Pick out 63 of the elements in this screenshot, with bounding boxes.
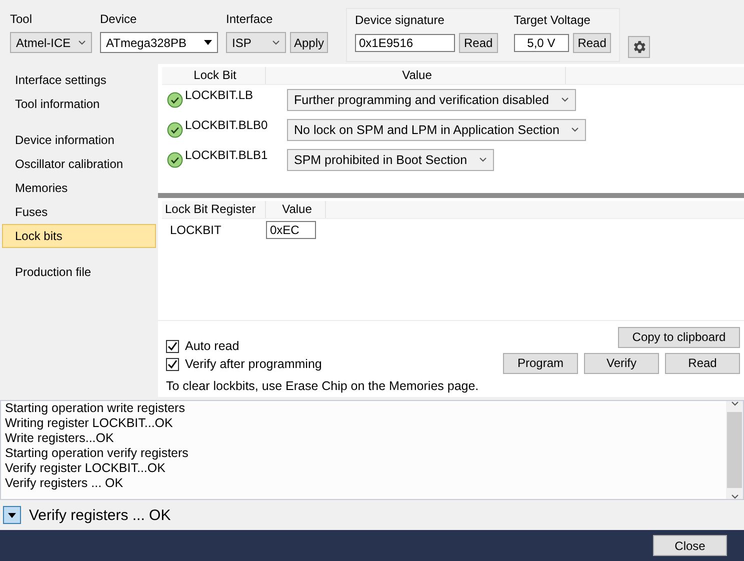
checkbox[interactable] xyxy=(166,340,179,353)
field-label: Interface xyxy=(226,12,274,26)
sidebar-item[interactable]: Oscillator calibration xyxy=(2,152,156,176)
log-line: Starting operation write registers xyxy=(5,401,186,416)
apply-button[interactable]: Apply xyxy=(290,32,328,53)
caret-icon xyxy=(8,512,16,518)
column-header: Lock Bit xyxy=(162,66,266,84)
lock-bit-name: LOCKBIT.LB xyxy=(185,88,254,102)
chevron-icon xyxy=(272,40,280,45)
scrollbar[interactable] xyxy=(726,401,743,500)
sidebar-item[interactable]: Fuses xyxy=(2,200,156,224)
settings-button[interactable] xyxy=(628,36,650,58)
field-label: Target Voltage xyxy=(514,13,592,27)
sidebar-item[interactable]: Interface settings xyxy=(2,68,156,92)
device-dropdown[interactable]: ATmega328PB xyxy=(100,32,218,53)
sidebar-item[interactable]: Device information xyxy=(2,128,156,152)
signature-field[interactable]: 0x1E9516 xyxy=(355,34,455,52)
copy-button[interactable]: Copy to clipboard xyxy=(618,326,740,348)
tool-dropdown[interactable]: Atmel-ICE xyxy=(10,32,92,53)
log-line: Writing register LOCKBIT...OK xyxy=(5,416,174,432)
log-line: Write registers...OK xyxy=(5,431,115,446)
expand-button[interactable] xyxy=(3,506,21,524)
sidebar-item[interactable]: Memories xyxy=(2,176,156,200)
chevron-icon xyxy=(561,97,569,102)
lock-bit-name: LOCKBIT.BLB0 xyxy=(185,118,269,132)
close-button[interactable]: Close xyxy=(653,535,727,556)
value-dropdown[interactable]: No lock on SPM and LPM in Application Section xyxy=(287,118,586,141)
field-label: Device xyxy=(100,12,138,26)
log-line: Verify registers ... OK xyxy=(5,476,124,492)
read-button[interactable]: Read xyxy=(572,33,612,53)
log-line: Verify register LOCKBIT...OK xyxy=(5,461,166,476)
action-button[interactable]: Verify xyxy=(584,352,659,374)
chevron-icon xyxy=(78,40,86,45)
lock-bit-name: LOCKBIT.BLB1 xyxy=(185,148,269,162)
column-header: Value xyxy=(266,66,566,84)
register-name: LOCKBIT xyxy=(169,222,222,237)
read-button[interactable]: Read xyxy=(459,33,498,53)
field-label: Tool xyxy=(10,12,34,26)
caret-icon xyxy=(204,40,212,45)
checkbox-label: Verify after programming xyxy=(185,357,322,372)
hint-text: To clear lockbits, use Erase Chip on the Memories page. xyxy=(166,379,479,394)
field-label: Device signature xyxy=(355,13,446,27)
checkbox[interactable] xyxy=(166,358,179,371)
column-header: Lock Bit Register xyxy=(162,200,266,218)
checkbox-label: Auto read xyxy=(185,339,240,354)
chevron-down-icon xyxy=(730,494,738,500)
interface-dropdown[interactable]: ISP xyxy=(226,32,286,53)
log-line: Starting operation verify registers xyxy=(5,446,190,462)
action-button[interactable]: Read xyxy=(665,352,740,374)
chevron-icon xyxy=(571,127,580,132)
register-value-field[interactable]: 0xEC xyxy=(266,220,316,239)
sidebar-item[interactable]: Lock bits xyxy=(2,224,156,248)
action-button[interactable]: Program xyxy=(503,352,578,374)
chevron-icon xyxy=(479,157,488,162)
settings-icon xyxy=(631,39,648,55)
chevron-up-icon xyxy=(730,401,738,406)
value-dropdown[interactable]: Further programming and verification disabled xyxy=(287,88,576,111)
voltage-field[interactable]: 5,0 V xyxy=(514,34,569,52)
sidebar-item[interactable]: Production file xyxy=(2,260,156,284)
column-header: Value xyxy=(266,200,326,218)
value-dropdown[interactable]: SPM prohibited in Boot Section xyxy=(287,148,494,171)
sidebar-item[interactable]: Tool information xyxy=(2,92,156,116)
status-text: Verify registers ... OK xyxy=(29,506,171,524)
